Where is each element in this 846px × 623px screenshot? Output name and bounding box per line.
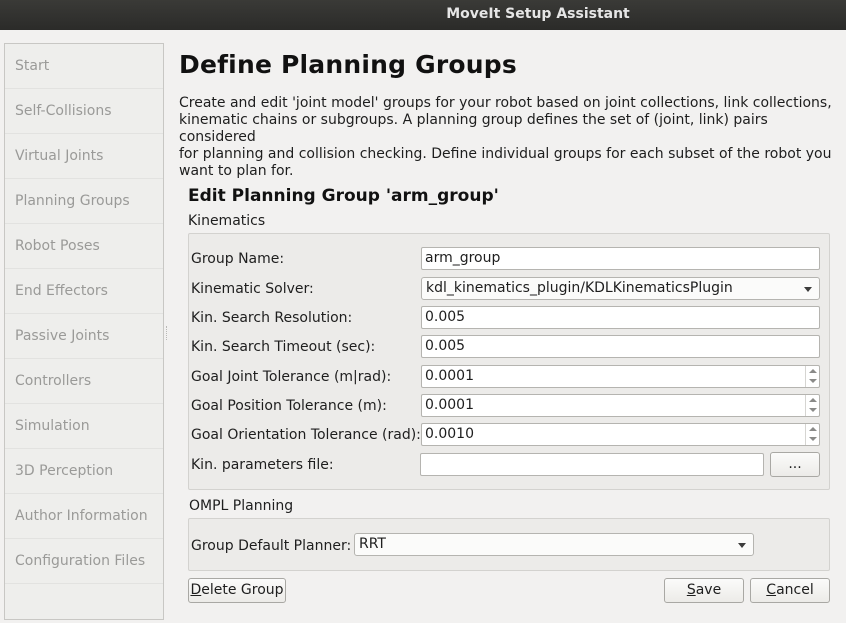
button-label: ancel (776, 582, 814, 598)
chevron-down-icon (804, 287, 812, 292)
goal-position-tolerance-label: Goal Position Tolerance (m): (191, 398, 387, 414)
spin-down-icon[interactable] (809, 437, 817, 441)
button-label: elete Group (201, 582, 284, 598)
spin-down-icon[interactable] (809, 408, 817, 412)
spin-buttons[interactable] (805, 424, 819, 445)
sidebar-item-virtual-joints[interactable]: Virtual Joints (5, 134, 163, 179)
default-planner-value: RRT (359, 536, 386, 552)
goal-position-tolerance-value: 0.0001 (425, 397, 474, 413)
sidebar-item-controllers[interactable]: Controllers (5, 359, 163, 404)
spin-buttons[interactable] (805, 395, 819, 416)
button-label: ave (695, 582, 722, 598)
sidebar-item-3d-perception[interactable]: 3D Perception (5, 449, 163, 494)
goal-orientation-tolerance-spinbox[interactable]: 0.0010 (421, 423, 820, 446)
ompl-group-label: OMPL Planning (189, 498, 294, 514)
spin-down-icon[interactable] (809, 379, 817, 383)
kinematic-solver-value: kdl_kinematics_plugin/KDLKinematicsPlugi… (426, 280, 733, 296)
mnemonic: C (766, 582, 777, 598)
sidebar-item-simulation[interactable]: Simulation (5, 404, 163, 449)
cancel-button[interactable]: Cancel (750, 578, 830, 603)
ompl-panel: Group Default Planner: RRT (188, 518, 830, 571)
search-timeout-label: Kin. Search Timeout (sec): (191, 339, 376, 355)
chevron-down-icon (738, 543, 746, 548)
group-name-label: Group Name: (191, 251, 285, 267)
description-line: for planning and collision checking. Def… (179, 146, 832, 162)
goal-joint-tolerance-value: 0.0001 (425, 368, 474, 384)
description-line: want to plan for. (179, 163, 294, 179)
goal-orientation-tolerance-value: 0.0010 (425, 426, 474, 442)
sidebar-item-author-information[interactable]: Author Information (5, 494, 163, 539)
default-planner-label: Group Default Planner: (191, 538, 352, 554)
browse-button[interactable]: ... (770, 452, 820, 477)
kinematic-solver-select[interactable]: kdl_kinematics_plugin/KDLKinematicsPlugi… (421, 277, 820, 300)
page-title: Define Planning Groups (179, 50, 517, 79)
search-resolution-label: Kin. Search Resolution: (191, 310, 353, 326)
search-resolution-input[interactable]: 0.005 (421, 306, 820, 329)
search-timeout-input[interactable]: 0.005 (421, 335, 820, 358)
kinematics-group-label: Kinematics (188, 213, 266, 229)
goal-orientation-tolerance-label: Goal Orientation Tolerance (rad): (191, 427, 421, 443)
sidebar-item-planning-groups[interactable]: Planning Groups (5, 179, 163, 224)
sidebar-nav: Start Self-Collisions Virtual Joints Pla… (4, 43, 164, 620)
sidebar-item-self-collisions[interactable]: Self-Collisions (5, 89, 163, 134)
mnemonic: S (686, 582, 696, 598)
spin-up-icon[interactable] (809, 369, 817, 373)
spin-up-icon[interactable] (809, 398, 817, 402)
goal-joint-tolerance-spinbox[interactable]: 0.0001 (421, 365, 820, 388)
main-content: Define Planning Groups Create and edit '… (179, 0, 839, 623)
group-name-input[interactable]: arm_group (421, 247, 820, 270)
save-button[interactable]: Save (664, 578, 744, 603)
kinematic-solver-label: Kinematic Solver: (191, 281, 314, 297)
mnemonic: D (190, 582, 202, 598)
kinematics-panel: Group Name: arm_group Kinematic Solver: … (188, 233, 830, 490)
sidebar-item-robot-poses[interactable]: Robot Poses (5, 224, 163, 269)
goal-joint-tolerance-label: Goal Joint Tolerance (m|rad): (191, 369, 392, 385)
goal-position-tolerance-spinbox[interactable]: 0.0001 (421, 394, 820, 417)
default-planner-select[interactable]: RRT (354, 533, 754, 556)
description-line: Create and edit 'joint model' groups for… (179, 95, 832, 111)
params-file-input[interactable] (420, 453, 764, 476)
spin-up-icon[interactable] (809, 427, 817, 431)
page-description: Create and edit 'joint model' groups for… (179, 95, 834, 180)
sidebar-item-start[interactable]: Start (5, 44, 163, 89)
splitter-handle[interactable] (166, 326, 169, 340)
sidebar-item-passive-joints[interactable]: Passive Joints (5, 314, 163, 359)
description-line: kinematic chains or subgroups. A plannin… (179, 112, 768, 145)
sidebar-item-end-effectors[interactable]: End Effectors (5, 269, 163, 314)
spin-buttons[interactable] (805, 366, 819, 387)
params-file-label: Kin. parameters file: (191, 457, 334, 473)
edit-group-title: Edit Planning Group 'arm_group' (188, 186, 499, 206)
sidebar-item-configuration-files[interactable]: Configuration Files (5, 539, 163, 584)
delete-group-button[interactable]: Delete Group (188, 578, 286, 603)
